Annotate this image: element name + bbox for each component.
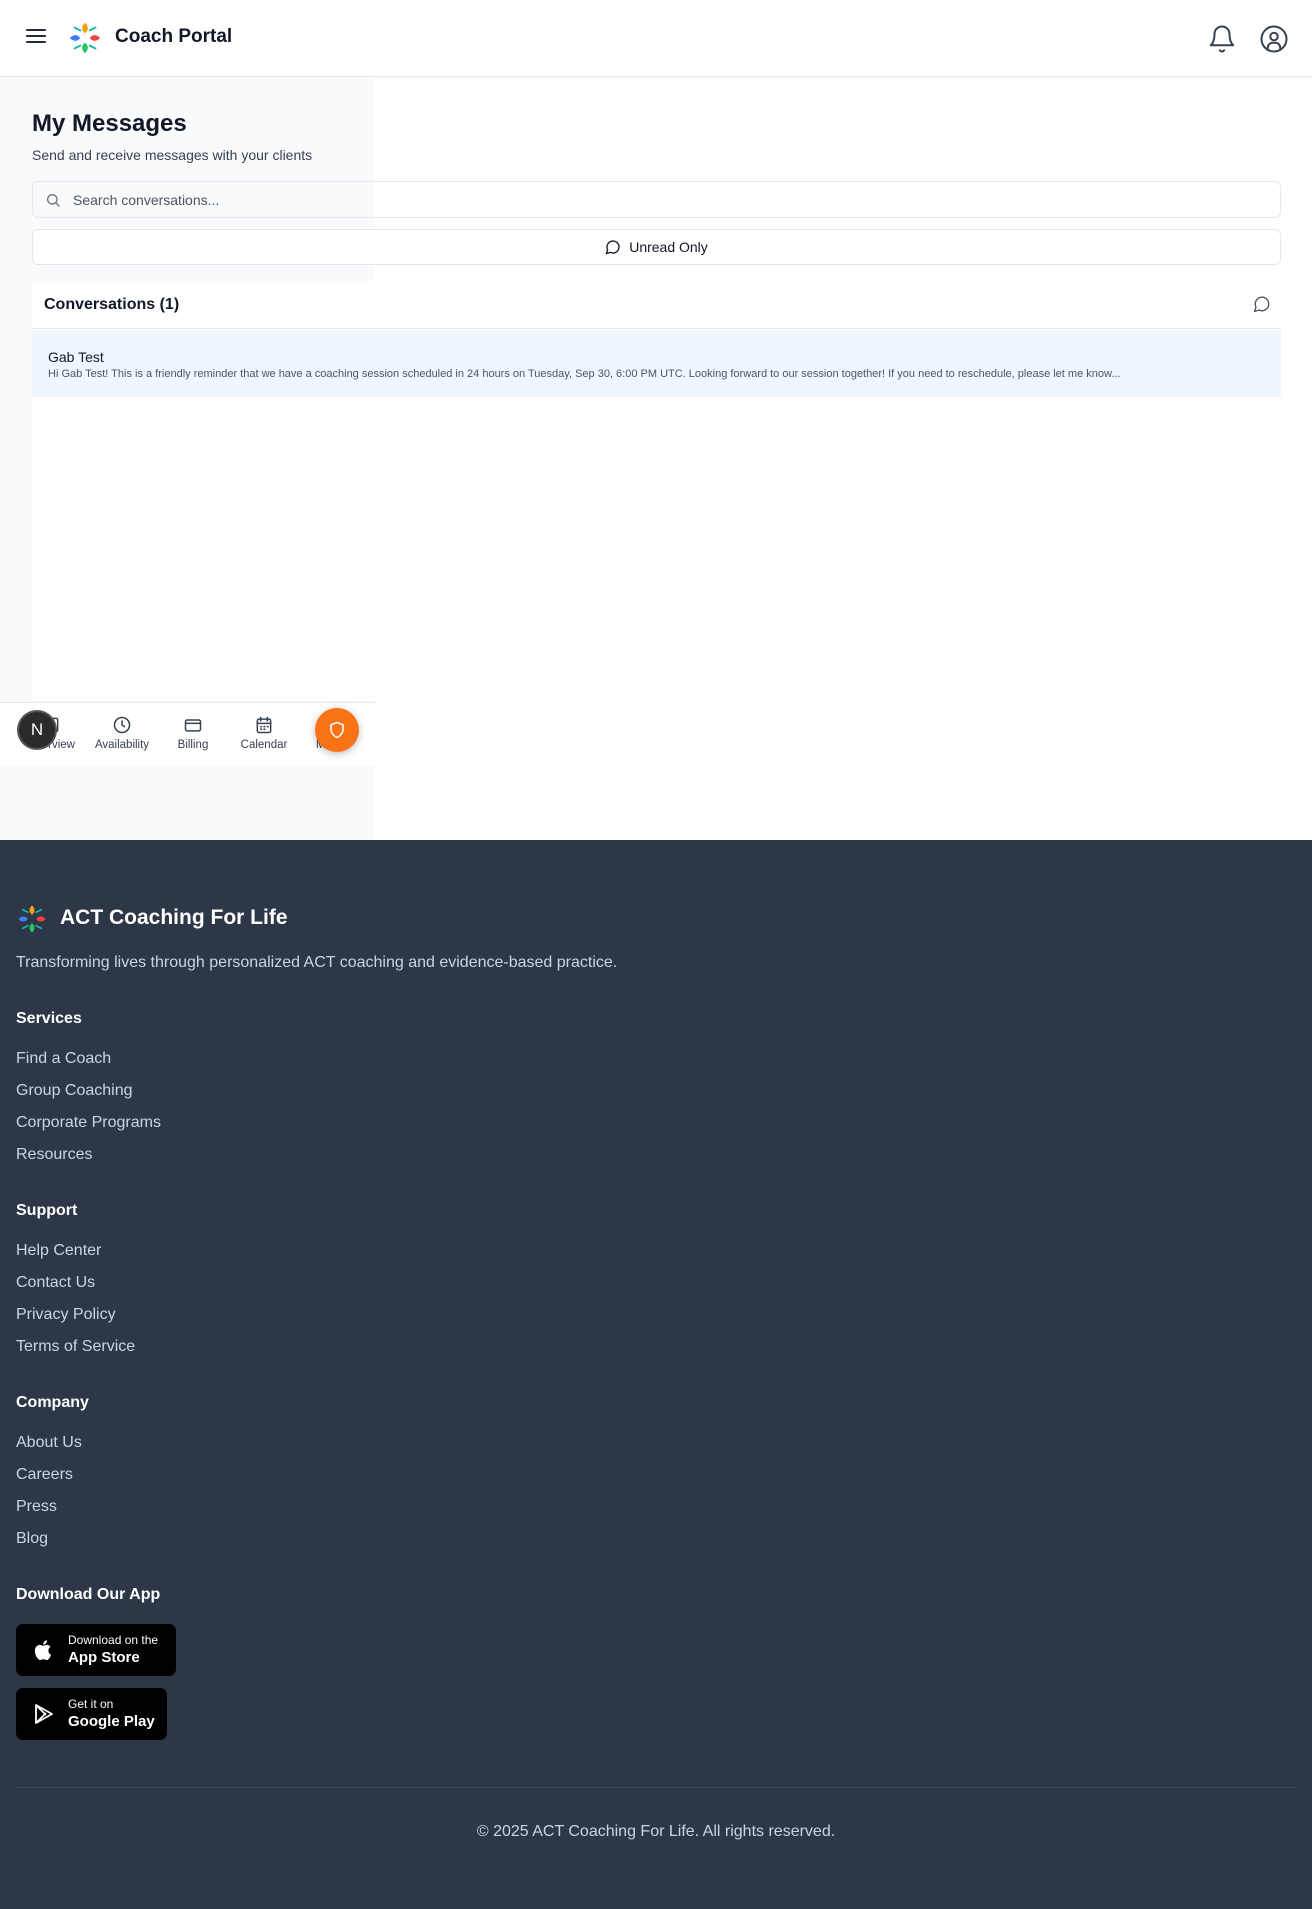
search-icon xyxy=(47,194,60,207)
menu-icon[interactable] xyxy=(22,25,50,51)
avatar[interactable]: N xyxy=(19,712,55,748)
search-box xyxy=(32,181,1281,218)
google-play-small-text: Get it on xyxy=(68,1697,114,1711)
footer-link[interactable]: Careers xyxy=(16,1466,73,1484)
footer-link[interactable]: Privacy Policy xyxy=(16,1306,116,1324)
bell-icon[interactable] xyxy=(1207,24,1237,54)
conversation-item[interactable]: Gab Test Hi Gab Test! This is a friendly… xyxy=(32,330,1281,397)
play-store-icon xyxy=(35,1704,53,1724)
footer-tagline: Transforming lives through personalized … xyxy=(16,954,618,971)
page-title: My Messages xyxy=(32,110,187,137)
user-circle-icon[interactable] xyxy=(1259,24,1289,54)
footer-heading-company: Company xyxy=(16,1394,89,1411)
nav-billing[interactable]: Billing xyxy=(158,715,228,751)
apple-icon xyxy=(34,1640,52,1661)
nav-availability[interactable]: Availability xyxy=(87,715,157,751)
footer-link[interactable]: Resources xyxy=(16,1146,92,1164)
footer-link[interactable]: Contact Us xyxy=(16,1274,95,1292)
footer-logo-icon xyxy=(18,905,46,933)
credit-card-icon xyxy=(184,719,202,732)
logo-icon xyxy=(69,22,101,54)
conversations-title: Conversations (1) xyxy=(44,296,180,313)
footer-link[interactable]: Corporate Programs xyxy=(16,1114,161,1132)
shield-icon xyxy=(330,721,344,739)
footer-link[interactable]: Press xyxy=(16,1498,57,1516)
message-circle-icon xyxy=(1253,296,1270,313)
search-input[interactable] xyxy=(73,182,1263,217)
conversation-name: Gab Test xyxy=(48,349,104,365)
unread-only-button[interactable]: Unread Only xyxy=(32,229,1281,265)
conversations-panel: Conversations (1) Gab Test Hi Gab Test! … xyxy=(32,281,1281,701)
app-store-small-text: Download on the xyxy=(68,1633,159,1647)
footer-divider xyxy=(16,1787,1296,1788)
footer-heading-support: Support xyxy=(16,1202,78,1219)
brand-title: Coach Portal xyxy=(115,26,233,47)
copyright: © 2025 ACT Coaching For Life. All rights… xyxy=(476,1823,836,1840)
footer-heading-app: Download Our App xyxy=(16,1586,161,1603)
conversation-preview: Hi Gab Test! This is a friendly reminder… xyxy=(48,368,1121,380)
google-play-big-text: Google Play xyxy=(68,1713,155,1730)
footer-link[interactable]: Help Center xyxy=(16,1242,101,1260)
message-circle-icon xyxy=(605,240,620,255)
nav-billing-label: Billing xyxy=(177,739,209,751)
footer-link[interactable]: Find a Coach xyxy=(16,1050,111,1068)
nav-calendar-label: Calendar xyxy=(240,739,288,751)
footer-link[interactable]: Terms of Service xyxy=(16,1338,135,1356)
footer-link[interactable]: About Us xyxy=(16,1434,82,1452)
footer-link[interactable]: Group Coaching xyxy=(16,1082,133,1100)
nav-calendar[interactable]: Calendar xyxy=(229,715,299,751)
footer-link[interactable]: Blog xyxy=(16,1530,48,1548)
clock-icon xyxy=(113,716,131,734)
app-store-button[interactable]: Download on the App Store xyxy=(16,1624,176,1676)
page-subtitle: Send and receive messages with your clie… xyxy=(32,147,313,163)
footer: ACT Coaching For Life Transforming lives… xyxy=(0,840,1312,1909)
top-header: Coach Portal xyxy=(0,0,1312,77)
footer-heading-services: Services xyxy=(16,1010,82,1027)
app-store-big-text: App Store xyxy=(68,1649,140,1666)
calendar-icon xyxy=(256,716,272,734)
conversations-header: Conversations (1) xyxy=(32,281,1281,329)
google-play-button[interactable]: Get it on Google Play xyxy=(16,1688,167,1740)
nav-availability-label: Availability xyxy=(94,739,150,751)
footer-brand: ACT Coaching For Life xyxy=(60,906,288,929)
shield-button[interactable] xyxy=(315,708,359,752)
unread-only-label: Unread Only xyxy=(629,239,708,255)
